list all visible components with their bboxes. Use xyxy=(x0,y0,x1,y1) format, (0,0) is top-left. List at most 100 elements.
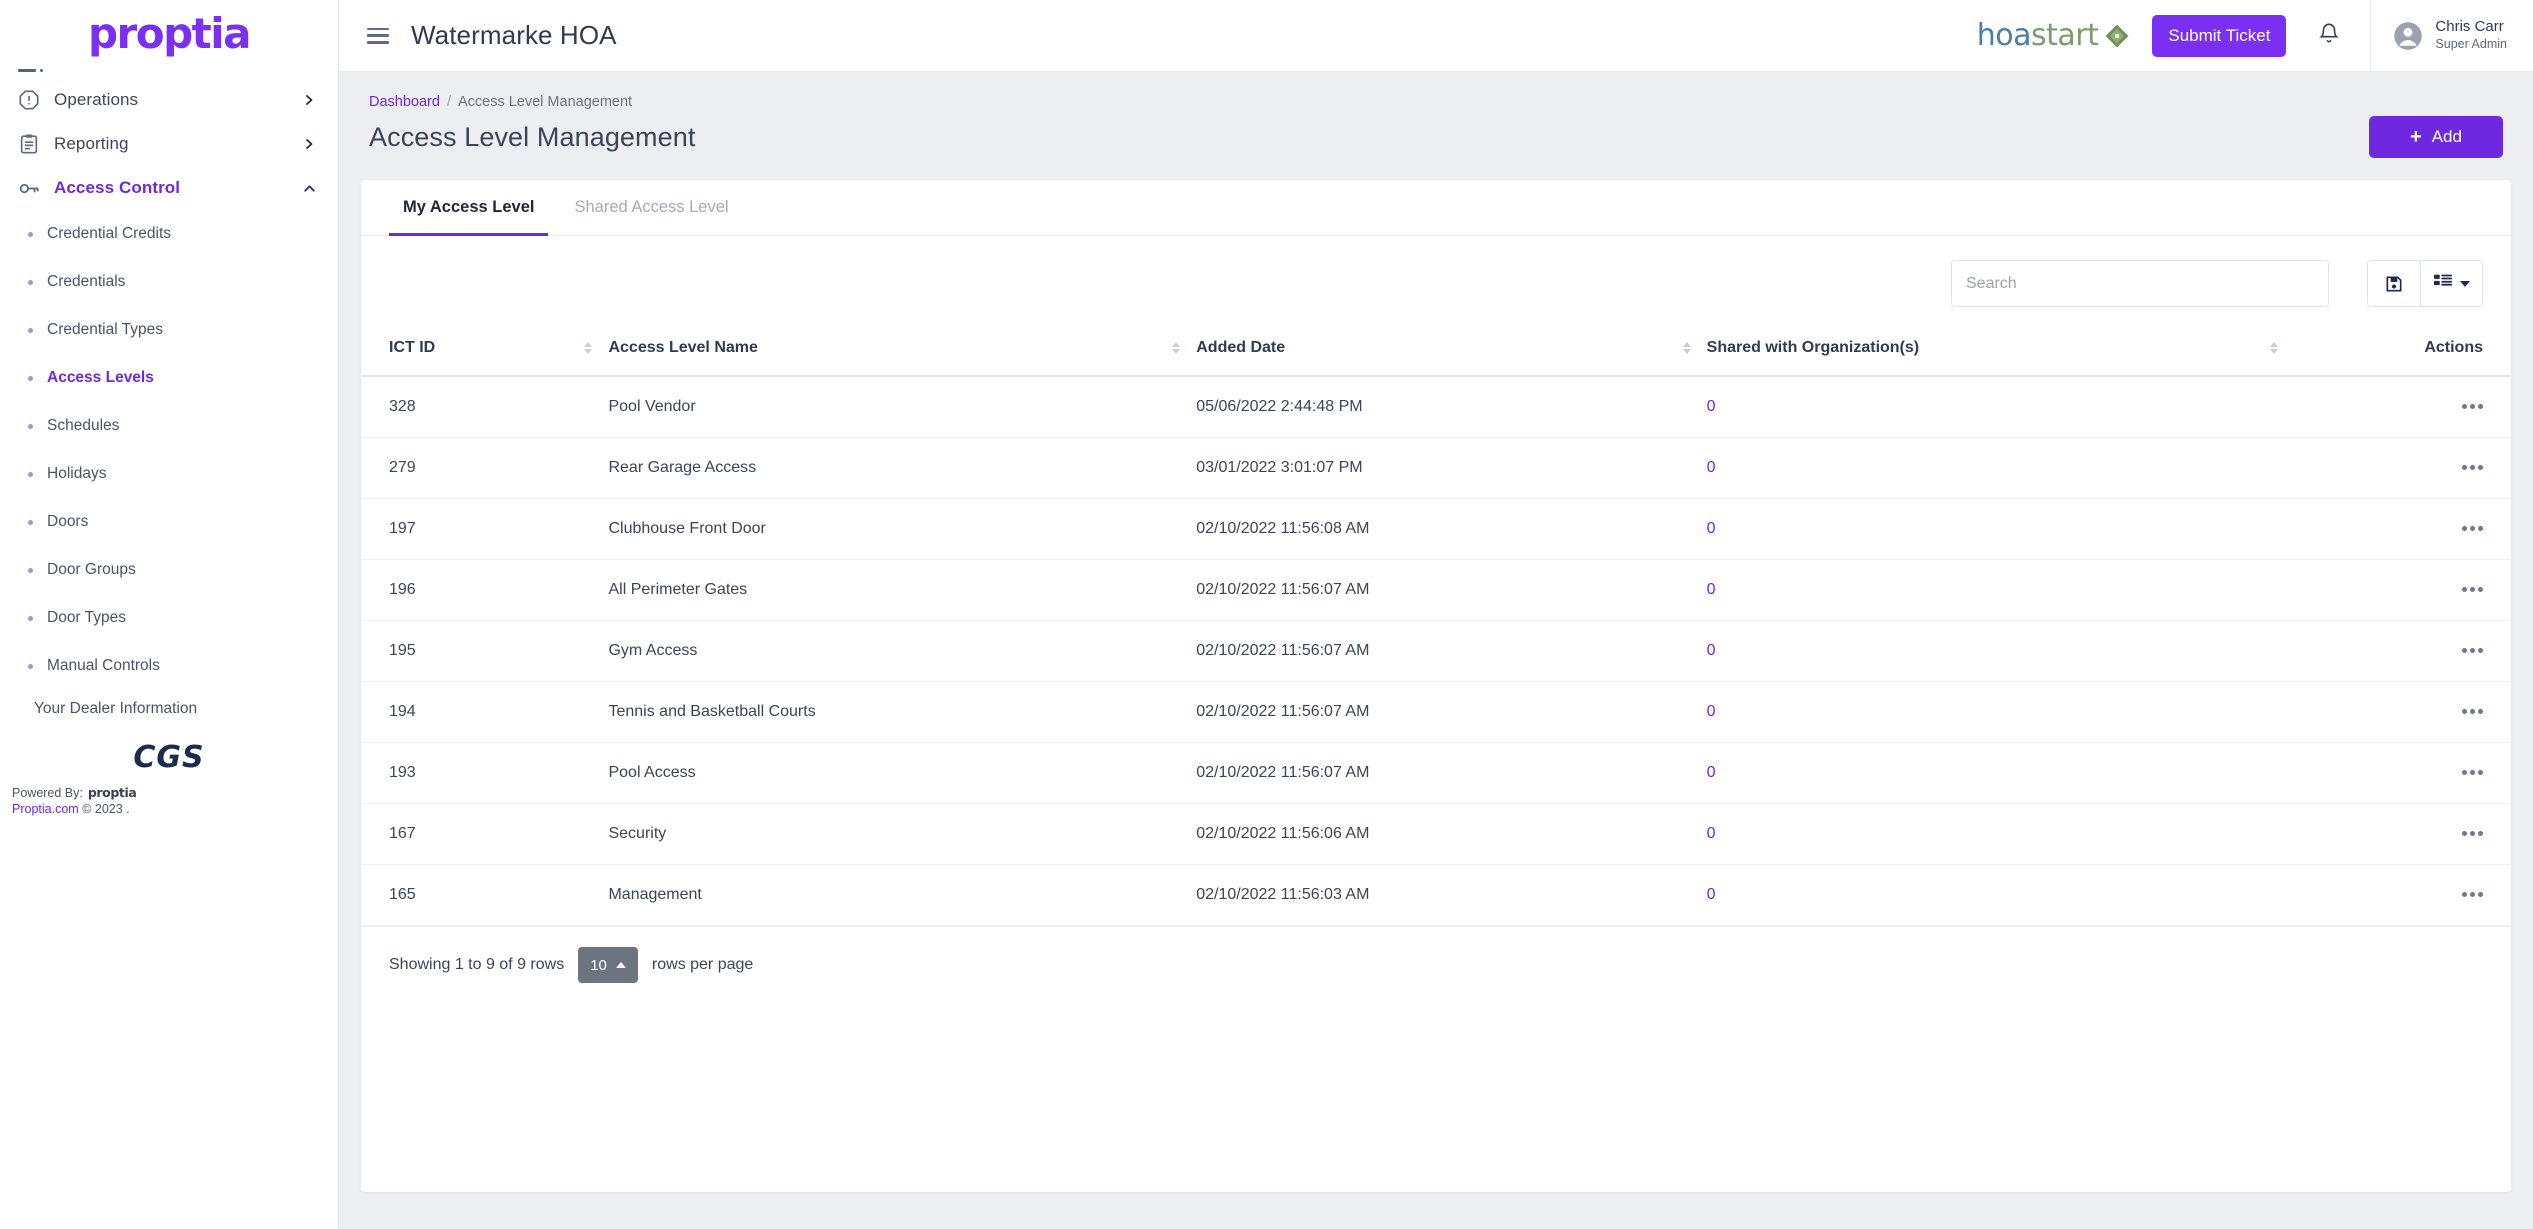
table-row[interactable]: 167 Security 02/10/2022 11:56:06 AM 0 xyxy=(361,803,2511,865)
cell-added-date: 02/10/2022 11:56:03 AM xyxy=(1196,864,1707,926)
sidebar: proptia Operations Reporting Access Cont… xyxy=(0,0,339,1229)
sort-icon[interactable] xyxy=(584,342,593,354)
column-header-access-level-name[interactable]: Access Level Name xyxy=(608,323,1197,377)
rows-per-page-label: rows per page xyxy=(651,956,754,973)
sidebar-item-doors[interactable]: Doors xyxy=(0,498,338,546)
hamburger-icon[interactable] xyxy=(367,27,389,44)
sidebar-item-credential-credits[interactable]: Credential Credits xyxy=(0,210,338,258)
hoastart-logo[interactable]: hoastart xyxy=(1977,18,2131,53)
cell-added-date: 02/10/2022 11:56:06 AM xyxy=(1196,803,1707,865)
shared-count-link[interactable]: 0 xyxy=(1707,398,1716,415)
shared-count-link[interactable]: 0 xyxy=(1707,703,1716,720)
sidebar-group-access-control[interactable]: Access Control xyxy=(0,166,338,210)
ellipsis-icon[interactable] xyxy=(2462,831,2483,837)
sidebar-item-manual-controls[interactable]: Manual Controls xyxy=(0,642,338,690)
column-label: ICT ID xyxy=(389,339,436,356)
cell-added-date: 02/10/2022 11:56:07 AM xyxy=(1196,681,1707,743)
cell-shared-count: 0 xyxy=(1706,437,2295,499)
cell-added-date: 02/10/2022 11:56:07 AM xyxy=(1196,559,1707,621)
breadcrumb-dashboard-link[interactable]: Dashboard xyxy=(369,94,440,110)
sidebar-item-label: Schedules xyxy=(47,417,120,434)
sidebar-scroll-clipped-item xyxy=(0,62,338,78)
ellipsis-icon[interactable] xyxy=(2462,709,2483,715)
rows-per-page-select[interactable]: 10 xyxy=(578,947,638,983)
cell-access-level-name: Management xyxy=(608,864,1197,926)
tab-my-access-level[interactable]: My Access Level xyxy=(389,180,549,236)
ellipsis-icon[interactable] xyxy=(2462,648,2483,654)
bell-icon[interactable] xyxy=(2318,22,2340,50)
cell-actions xyxy=(2294,742,2511,804)
cell-ict-id: 328 xyxy=(361,376,609,438)
sidebar-item-door-types[interactable]: Door Types xyxy=(0,594,338,642)
user-menu[interactable]: Chris Carr Super Admin xyxy=(2370,0,2533,72)
sidebar-item-credentials[interactable]: Credentials xyxy=(0,258,338,306)
table-row[interactable]: 328 Pool Vendor 05/06/2022 2:44:48 PM 0 xyxy=(361,376,2511,438)
user-role: Super Admin xyxy=(2435,37,2507,52)
plus-icon: + xyxy=(2410,126,2422,148)
proptia-website-link[interactable]: Proptia.com xyxy=(12,802,79,816)
cell-ict-id: 167 xyxy=(361,803,609,865)
ellipsis-icon[interactable] xyxy=(2462,465,2483,471)
table-row[interactable]: 195 Gym Access 02/10/2022 11:56:07 AM 0 xyxy=(361,620,2511,682)
bullet-icon xyxy=(28,663,33,669)
bullet-icon xyxy=(28,615,33,621)
top-navigation-bar: Watermarke HOA hoastart Submit Ticket Ch… xyxy=(339,0,2533,72)
sidebar-item-door-groups[interactable]: Door Groups xyxy=(0,546,338,594)
add-button[interactable]: + Add xyxy=(2369,116,2503,158)
sidebar-group-reporting[interactable]: Reporting xyxy=(0,122,338,166)
ellipsis-icon[interactable] xyxy=(2462,526,2483,532)
cell-actions xyxy=(2294,620,2511,682)
cell-added-date: 05/06/2022 2:44:48 PM xyxy=(1196,376,1707,438)
ellipsis-icon[interactable] xyxy=(2462,770,2483,776)
sort-icon[interactable] xyxy=(1682,342,1691,354)
brand-logo[interactable]: proptia xyxy=(0,0,338,62)
submit-ticket-button[interactable]: Submit Ticket xyxy=(2152,14,2287,57)
powered-by-label: Powered By: xyxy=(12,786,83,800)
columns-toggle-button[interactable] xyxy=(2420,261,2482,306)
user-circle-icon xyxy=(2393,21,2423,51)
showing-rows-text: Showing 1 to 9 of 9 rows xyxy=(389,956,565,973)
cell-shared-count: 0 xyxy=(1706,376,2295,438)
table-row[interactable]: 165 Management 02/10/2022 11:56:03 AM 0 xyxy=(361,864,2511,926)
save-icon[interactable] xyxy=(2368,261,2420,306)
sidebar-item-holidays[interactable]: Holidays xyxy=(0,450,338,498)
search-input[interactable] xyxy=(1951,260,2329,307)
column-header-shared-with-organizations[interactable]: Shared with Organization(s) xyxy=(1706,323,2295,377)
sidebar-item-credential-types[interactable]: Credential Types xyxy=(0,306,338,354)
sidebar-item-access-levels[interactable]: Access Levels xyxy=(0,354,338,402)
shared-count-link[interactable]: 0 xyxy=(1707,642,1716,659)
shared-count-link[interactable]: 0 xyxy=(1707,764,1716,781)
sidebar-group-operations[interactable]: Operations xyxy=(0,78,338,122)
shared-count-link[interactable]: 0 xyxy=(1707,886,1716,903)
shared-count-link[interactable]: 0 xyxy=(1707,581,1716,598)
table-row[interactable]: 279 Rear Garage Access 03/01/2022 3:01:0… xyxy=(361,437,2511,499)
sort-icon[interactable] xyxy=(1172,342,1181,354)
sort-icon[interactable] xyxy=(2270,342,2279,354)
tab-shared-access-level[interactable]: Shared Access Level xyxy=(560,180,742,235)
shared-count-link[interactable]: 0 xyxy=(1707,459,1716,476)
cell-access-level-name: Pool Vendor xyxy=(608,376,1197,438)
sidebar-item-schedules[interactable]: Schedules xyxy=(0,402,338,450)
table-row[interactable]: 197 Clubhouse Front Door 02/10/2022 11:5… xyxy=(361,498,2511,560)
column-header-added-date[interactable]: Added Date xyxy=(1196,323,1707,377)
sidebar-footer: Powered By: proptia Proptia.com © 2023 . xyxy=(0,785,338,816)
bullet-icon xyxy=(28,471,33,477)
copyright-line: Proptia.com © 2023 . xyxy=(12,802,338,816)
ellipsis-icon[interactable] xyxy=(2462,892,2483,898)
table-tools xyxy=(2367,260,2483,307)
dealer-information-link[interactable]: Your Dealer Information xyxy=(0,690,338,724)
column-header-ict-id[interactable]: ICT ID xyxy=(361,323,609,377)
table-header: ICT ID Access Level Name Added Date Shar… xyxy=(361,323,2511,377)
shared-count-link[interactable]: 0 xyxy=(1707,825,1716,842)
sidebar-item-label: Credential Types xyxy=(47,321,164,338)
ellipsis-icon[interactable] xyxy=(2462,404,2483,410)
table-row[interactable]: 194 Tennis and Basketball Courts 02/10/2… xyxy=(361,681,2511,743)
shared-count-link[interactable]: 0 xyxy=(1707,520,1716,537)
hoastart-logo-part2: start xyxy=(2031,18,2099,53)
page-content: Dashboard / Access Level Management Access… xyxy=(339,72,2533,1229)
hoastart-logo-part1: hoa xyxy=(1976,18,2032,53)
cell-actions xyxy=(2294,437,2511,499)
table-row[interactable]: 193 Pool Access 02/10/2022 11:56:07 AM 0 xyxy=(361,742,2511,804)
table-row[interactable]: 196 All Perimeter Gates 02/10/2022 11:56… xyxy=(361,559,2511,621)
ellipsis-icon[interactable] xyxy=(2462,587,2483,593)
